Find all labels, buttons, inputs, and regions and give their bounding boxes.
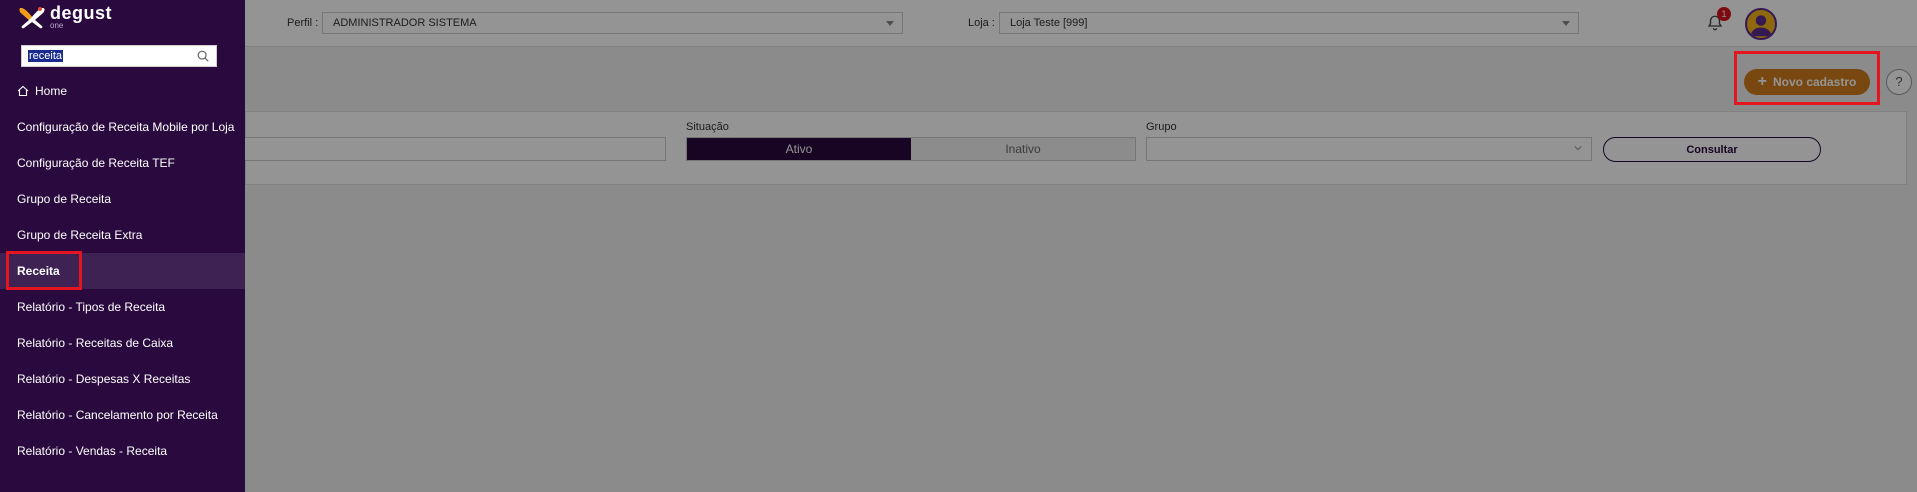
sidebar-item-relatorio-vendas[interactable]: Relatório - Vendas - Receita (0, 433, 245, 469)
sidebar-search[interactable]: receita (21, 45, 217, 67)
sidebar-item-relatorio-receitas-caixa[interactable]: Relatório - Receitas de Caixa (0, 325, 245, 361)
sidebar-item-relatorio-despesas-receitas[interactable]: Relatório - Despesas X Receitas (0, 361, 245, 397)
notification-badge: 1 (1717, 7, 1731, 21)
sidebar-item-label: Grupo de Receita Extra (17, 228, 143, 242)
sidebar-item-label: Grupo de Receita (17, 192, 112, 206)
sidebar-item-label: Relatório - Vendas - Receita (17, 444, 168, 458)
sidebar-item-label: Relatório - Receitas de Caixa (17, 336, 174, 350)
loja-label: Loja : (968, 17, 995, 29)
caret-down-icon (886, 21, 894, 26)
loja-select[interactable]: Loja Teste [999] (999, 12, 1579, 34)
perfil-label: Perfil : (287, 17, 319, 29)
search-icon[interactable] (196, 49, 210, 63)
degust-logo-icon (19, 7, 45, 29)
sidebar-item-config-receita-tef[interactable]: Configuração de Receita TEF (0, 145, 245, 181)
sidebar-item-label: Relatório - Despesas X Receitas (17, 372, 191, 386)
sidebar-item-grupo-receita-extra[interactable]: Grupo de Receita Extra (0, 217, 245, 253)
sidebar-item-label: Configuração de Receita Mobile por Loja (17, 120, 235, 134)
highlight-box-novo-cadastro (1734, 51, 1880, 105)
home-icon (17, 85, 29, 97)
grupo-label: Grupo (1146, 121, 1177, 133)
perfil-select[interactable]: ADMINISTRADOR SISTEMA (322, 12, 903, 34)
sidebar-item-home[interactable]: Home (0, 73, 245, 109)
sidebar-item-relatorio-cancelamento[interactable]: Relatório - Cancelamento por Receita (0, 397, 245, 433)
situacao-label: Situação (686, 121, 729, 133)
loja-select-value: Loja Teste [999] (1010, 17, 1088, 29)
sidebar-item-config-receita-mobile[interactable]: Configuração de Receita Mobile por Loja (0, 109, 245, 145)
logo-word: degust (50, 3, 113, 23)
sidebar-item-relatorio-tipos-receita[interactable]: Relatório - Tipos de Receita (0, 289, 245, 325)
chevron-down-icon (1574, 146, 1582, 151)
sidebar-search-value[interactable]: receita (28, 50, 64, 62)
main-content: + Novo cadastro ? Situação Ativo Inativo… (236, 48, 1917, 492)
sidebar: degust one receita Home Configuração de … (0, 0, 245, 492)
situacao-toggle: Ativo Inativo (686, 137, 1136, 161)
filter-card: Situação Ativo Inativo Grupo Consultar (236, 111, 1907, 185)
sidebar-item-label: Home (35, 84, 68, 98)
sidebar-item-grupo-receita[interactable]: Grupo de Receita (0, 181, 245, 217)
top-bar: Perfil : ADMINISTRADOR SISTEMA Loja : Lo… (245, 0, 1917, 47)
sidebar-item-label: Configuração de Receita TEF (17, 156, 175, 170)
logo-sub: one (50, 21, 64, 30)
caret-down-icon (1562, 21, 1570, 26)
sidebar-item-label: Relatório - Cancelamento por Receita (17, 408, 218, 422)
descricao-input[interactable] (236, 137, 666, 161)
user-avatar-icon (1750, 15, 1772, 37)
consultar-button[interactable]: Consultar (1603, 137, 1821, 162)
help-button[interactable]: ? (1886, 69, 1912, 95)
situacao-ativo[interactable]: Ativo (687, 138, 911, 160)
situacao-inativo[interactable]: Inativo (911, 138, 1135, 160)
avatar[interactable] (1745, 8, 1777, 40)
logo: degust one (18, 4, 112, 34)
grupo-select[interactable] (1146, 137, 1592, 161)
perfil-select-value: ADMINISTRADOR SISTEMA (333, 17, 477, 29)
sidebar-item-label: Relatório - Tipos de Receita (17, 300, 166, 314)
highlight-box-receita (6, 251, 82, 290)
